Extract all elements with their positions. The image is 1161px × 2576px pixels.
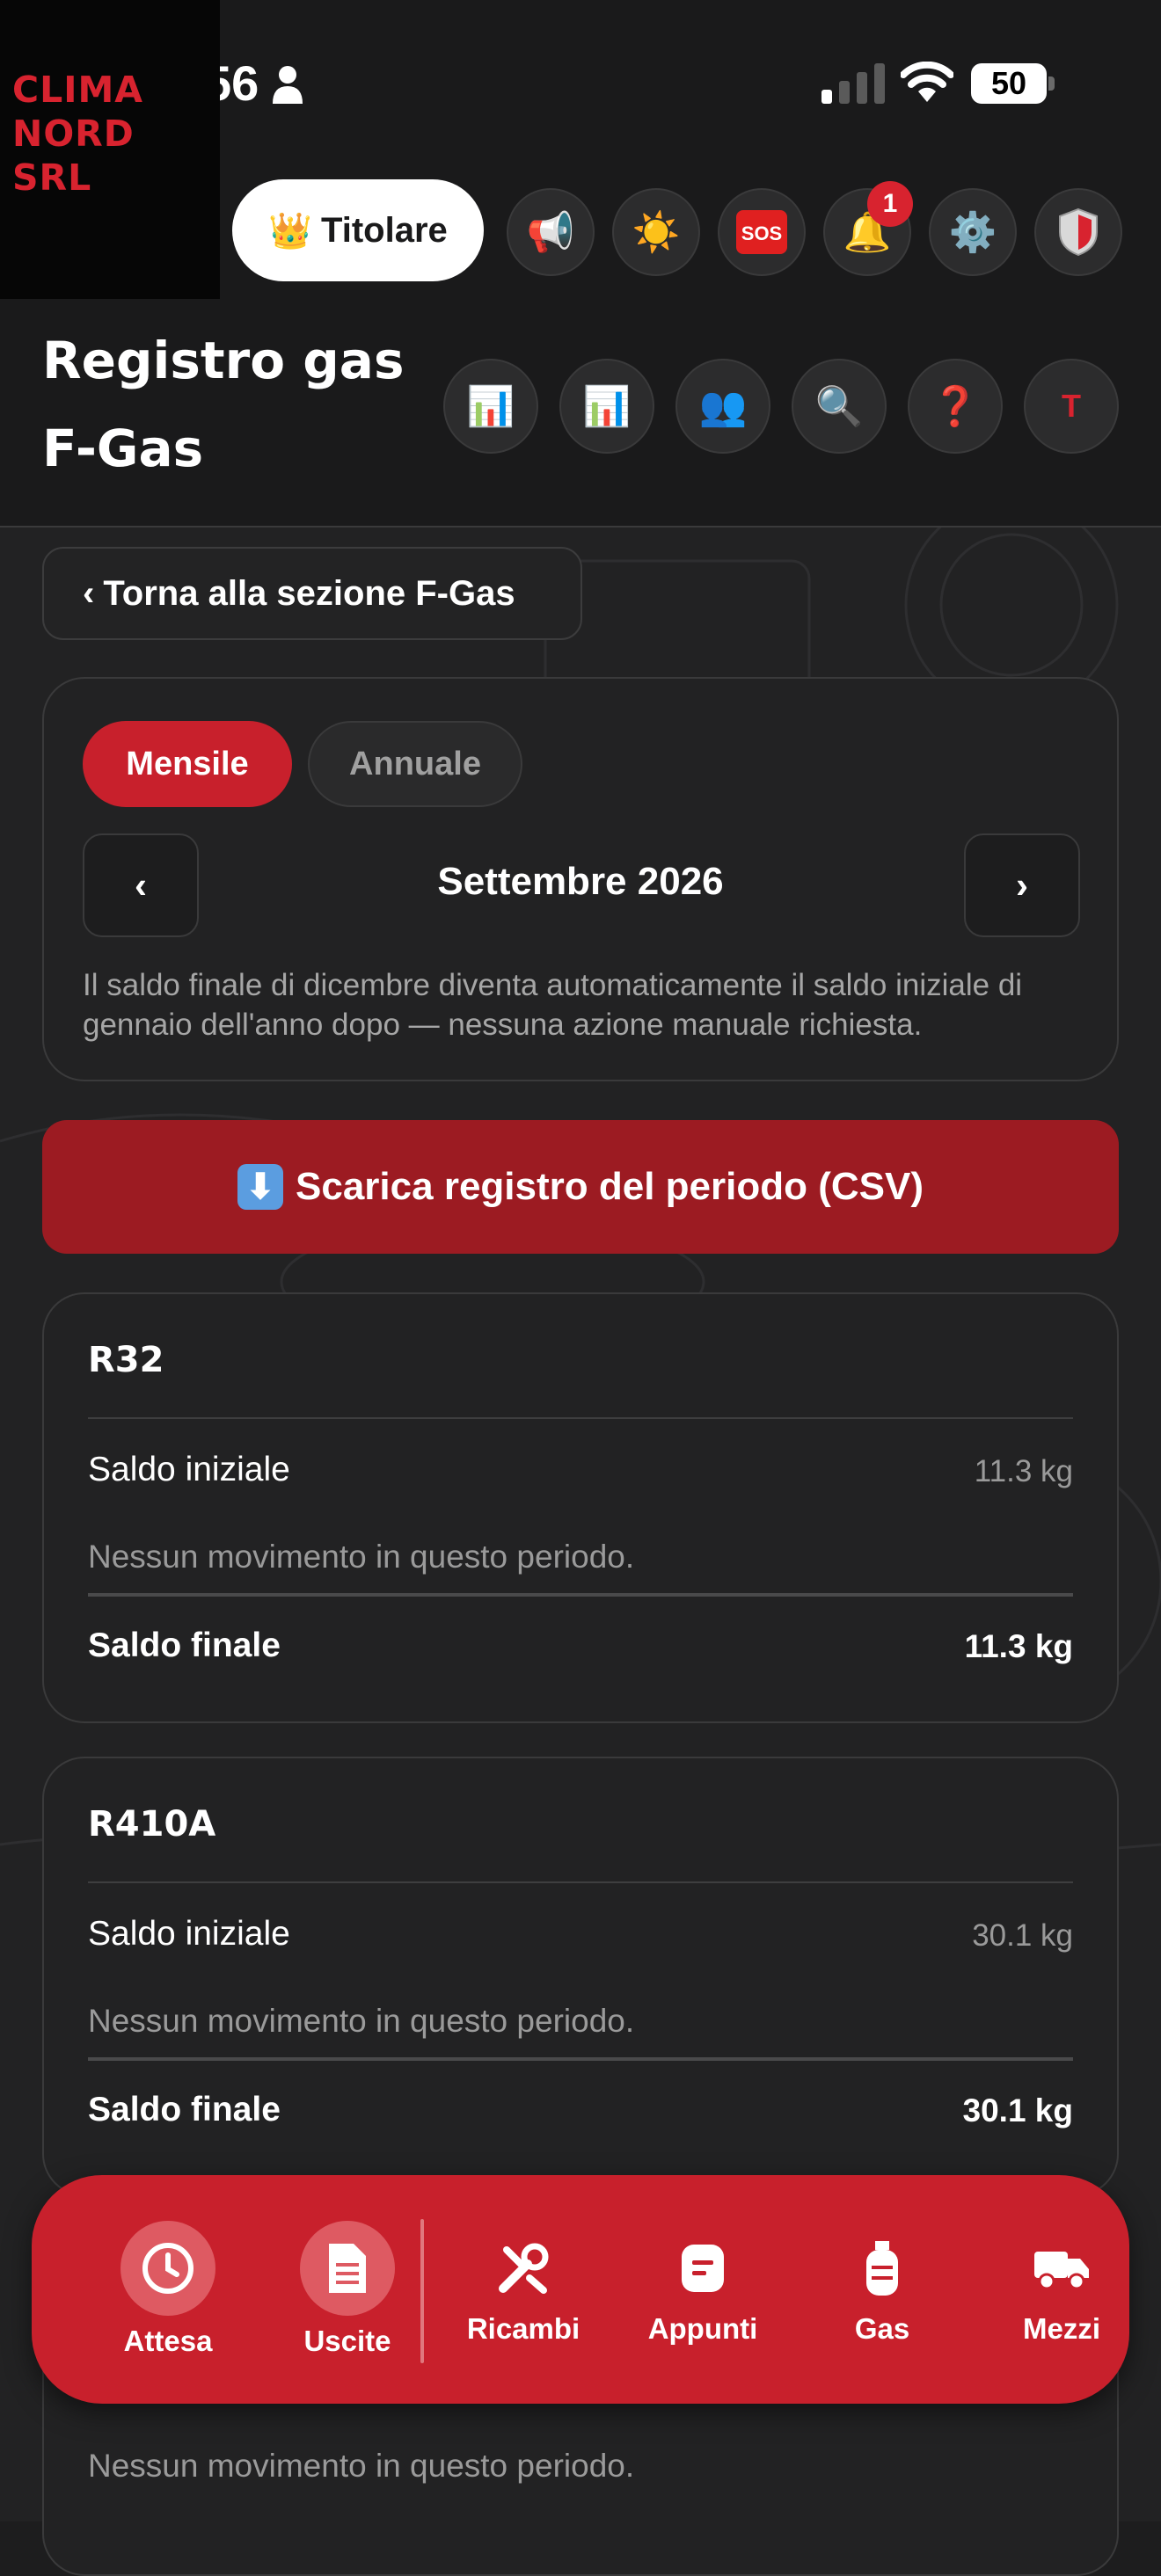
team-button[interactable]: 👥	[675, 359, 770, 454]
logo-line3: SRL	[12, 156, 92, 199]
nav-gas[interactable]: Gas	[811, 2175, 953, 2404]
current-period: Settembre 2026	[437, 860, 724, 903]
person-icon	[273, 66, 303, 104]
role-label: Titolare	[321, 210, 448, 250]
chevron-right-icon: ›	[1016, 864, 1028, 906]
page-title-line2: F-Gas	[42, 418, 204, 478]
truck-icon	[1014, 2233, 1109, 2303]
tab-monthly[interactable]: Mensile	[83, 721, 292, 807]
gear-icon: ⚙️	[948, 211, 997, 254]
nav-divider	[420, 2219, 424, 2363]
notifications-button[interactable]: 🔔 1	[823, 181, 913, 276]
security-button[interactable]	[1034, 188, 1122, 276]
bar-chart-icon: 📊	[466, 385, 515, 428]
nav-label: Mezzi	[1022, 2312, 1100, 2345]
period-selector-card: Mensile Annuale Settembre 2026 ‹ › Il sa…	[42, 677, 1119, 1081]
no-movements-text: Nessun movimento in questo periodo.	[88, 1539, 635, 1575]
tab-annual[interactable]: Annuale	[308, 721, 522, 807]
previous-period-button[interactable]: ‹	[83, 833, 199, 937]
search-icon: 🔍	[814, 385, 864, 428]
divider	[88, 1881, 1073, 1883]
nav-appunti[interactable]: Appunti	[632, 2175, 774, 2404]
wifi-icon	[901, 62, 953, 102]
nav-label: Uscite	[303, 2325, 391, 2357]
nav-label: Attesa	[123, 2325, 213, 2357]
period-note: Il saldo finale di dicembre diventa auto…	[83, 968, 1023, 1042]
battery-level: 50	[971, 63, 1047, 104]
no-movements-text: Nessun movimento in questo periodo.	[88, 2448, 635, 2484]
download-arrow-icon: ⬇	[237, 1164, 284, 1210]
sos-icon: SOS	[736, 210, 787, 254]
megaphone-icon: 📢	[526, 211, 575, 254]
final-balance-value: 30.1 kg	[962, 2092, 1073, 2128]
back-label: Torna alla sezione F-Gas	[103, 573, 515, 613]
logo-line2: NORD	[12, 113, 135, 155]
divider	[88, 1417, 1073, 1419]
divider	[88, 1593, 1073, 1597]
chevron-left-icon: ‹	[83, 573, 95, 613]
logo-line1: CLIMA	[12, 69, 144, 111]
page-title-line1: Registro gas	[42, 331, 405, 390]
nav-label: Ricambi	[466, 2312, 580, 2345]
notes-icon	[655, 2233, 750, 2303]
initial-balance-value: 11.3 kg	[974, 1454, 1073, 1488]
report-button[interactable]: 📊	[559, 359, 654, 454]
cellular-signal-icon	[821, 63, 885, 104]
sos-text: SOS	[741, 222, 782, 244]
initial-balance-value: 30.1 kg	[972, 1918, 1073, 1953]
nav-attesa[interactable]: Attesa	[88, 2175, 248, 2404]
document-icon	[300, 2221, 395, 2316]
divider	[88, 2057, 1073, 2061]
final-balance-label: Saldo finale	[88, 2091, 281, 2128]
nav-label: Appunti	[647, 2312, 758, 2345]
download-csv-button[interactable]: ⬇ Scarica registro del periodo (CSV)	[42, 1120, 1119, 1254]
back-to-fgas-button[interactable]: ‹ Torna alla sezione F-Gas	[42, 547, 582, 640]
nav-ricambi[interactable]: Ricambi	[452, 2175, 595, 2404]
help-button[interactable]: ❓	[908, 359, 1003, 454]
final-balance-value: 11.3 kg	[964, 1628, 1073, 1664]
sos-button[interactable]: SOS	[718, 188, 806, 276]
final-balance-label: Saldo finale	[88, 1626, 281, 1664]
download-label: Scarica registro del periodo (CSV)	[296, 1165, 924, 1208]
chevron-left-icon: ‹	[135, 864, 147, 906]
shield-icon	[1059, 207, 1098, 257]
next-period-button[interactable]: ›	[964, 833, 1080, 937]
settings-button[interactable]: ⚙️	[929, 188, 1017, 276]
gas-name: R410A	[88, 1804, 216, 1845]
bar-chart-icon: 📊	[582, 385, 632, 428]
notification-badge: 1	[867, 181, 913, 227]
battery-indicator: 50	[971, 63, 1055, 106]
search-button[interactable]: 🔍	[792, 359, 887, 454]
clock-icon	[120, 2221, 215, 2316]
company-logo: CLIMA NORD SRL	[0, 0, 220, 299]
profile-avatar-button[interactable]: T	[1024, 359, 1119, 454]
initial-balance-label: Saldo iniziale	[88, 1915, 290, 1953]
role-switch-button[interactable]: 👑 Titolare	[232, 179, 484, 281]
gas-name: R32	[88, 1340, 164, 1380]
crown-icon: 👑	[268, 211, 313, 251]
nav-mezzi[interactable]: Mezzi	[990, 2175, 1133, 2404]
gas-card-r32: R32 Saldo iniziale 11.3 kg Nessun movime…	[42, 1292, 1119, 1723]
nav-uscite[interactable]: Uscite	[267, 2175, 427, 2404]
people-icon: 👥	[698, 385, 748, 428]
avatar-initial: T	[1062, 388, 1081, 424]
stats-button[interactable]: 📊	[443, 359, 538, 454]
page-title: Registro gas F-Gas	[42, 317, 412, 492]
tools-icon	[476, 2233, 571, 2303]
gas-cylinder-icon	[835, 2233, 930, 2303]
question-icon: ❓	[931, 385, 980, 428]
megaphone-button[interactable]: 📢	[507, 188, 595, 276]
no-movements-text: Nessun movimento in questo periodo.	[88, 2003, 635, 2039]
nav-label: Gas	[854, 2312, 910, 2345]
weather-button[interactable]: ☀️	[612, 188, 700, 276]
initial-balance-label: Saldo iniziale	[88, 1451, 290, 1488]
bottom-navigation: Attesa Uscite Ricambi Appunti Gas Mezzi	[32, 2175, 1129, 2404]
sun-icon: ☀️	[632, 211, 681, 254]
gas-card-r410a: R410A Saldo iniziale 30.1 kg Nessun movi…	[42, 1757, 1119, 2196]
